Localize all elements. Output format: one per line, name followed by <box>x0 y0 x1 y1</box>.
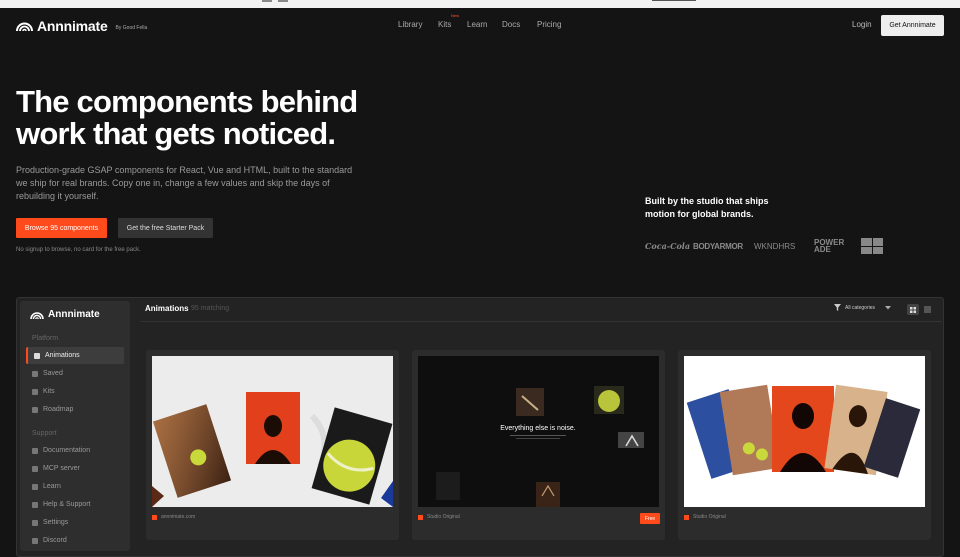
logo-byline: By Good Fella <box>115 24 148 31</box>
studio-text: Built by the studio that ships motion fo… <box>645 196 769 219</box>
browser-top-strip <box>0 0 960 8</box>
sidebar-item-label: Kits <box>43 388 55 395</box>
browse-components-button[interactable]: Browse 95 components <box>16 218 107 238</box>
brand-square-icon <box>418 514 423 520</box>
sidebar-item-label: Animations <box>45 352 80 359</box>
brand-square-logo-icon <box>861 238 883 254</box>
sidebar-item-label: Learn <box>43 483 61 490</box>
brand-square-icon <box>152 514 157 520</box>
card-thumbnail[interactable]: Everything else is noise. <box>418 356 659 507</box>
brand-wkndhrs: WKNDHRS <box>754 241 796 251</box>
nav-library[interactable]: Library <box>398 20 438 29</box>
category-filter[interactable]: All categories <box>834 304 892 311</box>
animation-card[interactable]: Everything else is noise. Studio Origina… <box>412 350 665 540</box>
nav-docs[interactable]: Docs <box>502 20 537 29</box>
list-view-button[interactable] <box>924 306 931 313</box>
sidebar-item-label: Help & Support <box>43 501 91 508</box>
filter-icon <box>834 304 841 311</box>
strip-mark <box>262 0 272 2</box>
card-meta: annnimate.com <box>152 514 195 520</box>
animation-card[interactable]: annnimate.com <box>146 350 399 540</box>
result-count: 95 matching <box>191 305 230 312</box>
new-badge: New <box>451 13 460 18</box>
sidebar-item-roadmap[interactable]: Roadmap <box>26 401 124 418</box>
login-link[interactable]: Login <box>852 20 872 29</box>
sidebar-item-discord[interactable]: Discord <box>26 532 124 549</box>
rainbow-logo-icon <box>30 311 44 319</box>
sidebar-item-settings[interactable]: Settings <box>26 514 124 531</box>
hero-note: No signup to browse, no card for the fre… <box>16 247 141 253</box>
sidebar-item-documentation[interactable]: Documentation <box>26 442 124 459</box>
card-label: Studio Original <box>427 514 460 520</box>
section-platform: Platform <box>32 335 59 342</box>
nav-kits[interactable]: Kits New <box>438 13 463 29</box>
sidebar-item-animations[interactable]: Animations <box>26 347 124 364</box>
play-icon <box>32 483 38 490</box>
card-thumbnail[interactable] <box>152 356 393 507</box>
card-meta: Studio Original <box>684 514 726 520</box>
rainbow-logo-icon <box>16 22 33 31</box>
card-meta: Studio Original <box>418 514 460 520</box>
brand-coca-cola: Coca-Cola <box>645 241 691 251</box>
sidebar-item-saved[interactable]: Saved <box>26 365 124 382</box>
app-logo[interactable]: Annnimate <box>30 309 100 320</box>
sidebar-item-label: MCP server <box>43 465 80 472</box>
noise-preview: Everything else is noise. <box>418 356 659 507</box>
chevron-down-icon <box>885 305 892 309</box>
sidebar-item-learn[interactable]: Learn <box>26 478 124 495</box>
nav-links: Library Kits New Learn Docs Pricing <box>398 13 561 29</box>
brand-powerade: POWER ADE <box>814 238 845 254</box>
brand-logos: Coca-Cola BODYARMOR WKNDHRS POWER ADE <box>645 238 883 254</box>
app-sidebar: Annnimate Platform Animations Saved Kits… <box>20 301 130 551</box>
sidebar-item-label: Saved <box>43 370 63 377</box>
card-label: Studio Original <box>693 514 726 520</box>
bookmark-icon <box>32 370 38 377</box>
sidebar-item-label: Discord <box>43 537 67 544</box>
brand-square-icon <box>684 514 689 520</box>
header-divider <box>140 321 942 322</box>
hero-description: Production-grade GSAP components for Rea… <box>16 165 353 201</box>
card-label: annnimate.com <box>161 514 196 520</box>
book-icon <box>32 447 38 454</box>
get-annnimate-button[interactable]: Get Annnimate <box>881 15 944 36</box>
sidebar-item-label: Settings <box>43 519 69 526</box>
plug-icon <box>32 465 38 472</box>
card-fan-preview <box>684 356 925 507</box>
animation-card[interactable]: Studio Original <box>678 350 931 540</box>
sidebar-item-kits[interactable]: Kits <box>26 383 124 400</box>
strip-mark <box>278 0 288 2</box>
map-pin-icon <box>32 406 38 413</box>
card-thumbnail[interactable] <box>684 356 925 507</box>
brand-bodyarmor: BODYARMOR <box>693 241 743 251</box>
grid-view-button[interactable] <box>907 304 919 315</box>
grid-icon <box>34 352 40 359</box>
top-nav: Annnimate By Good Fella Library Kits New … <box>0 8 960 44</box>
gear-icon <box>32 519 38 526</box>
free-badge: Free <box>640 513 660 524</box>
box-icon <box>32 388 38 395</box>
nav-pricing[interactable]: Pricing <box>537 20 561 29</box>
starter-pack-button[interactable]: Get the free Starter Pack <box>118 218 213 238</box>
preview-headline: Everything else is noise. <box>500 425 576 432</box>
nav-learn[interactable]: Learn <box>463 20 502 29</box>
main-title: Animations <box>145 304 189 313</box>
tennis-cards-preview <box>152 356 393 507</box>
filter-label: All categories <box>845 304 876 311</box>
help-icon <box>32 501 38 508</box>
sidebar-item-mcp-server[interactable]: MCP server <box>26 460 124 477</box>
app-logo-text: Annnimate <box>48 309 100 320</box>
sidebar-item-label: Documentation <box>43 447 91 454</box>
strip-mark <box>652 0 696 1</box>
nav-kits-label: Kits <box>438 20 452 29</box>
sidebar-item-help[interactable]: Help & Support <box>26 496 124 513</box>
site-logo[interactable]: Annnimate By Good Fella <box>16 18 147 34</box>
logo-text: Annnimate <box>37 18 108 34</box>
grid-icon <box>910 306 916 313</box>
hero-title: The components behind work that gets not… <box>16 84 358 151</box>
discord-icon <box>32 537 38 544</box>
section-support: Support <box>32 430 57 437</box>
sidebar-item-label: Roadmap <box>43 406 74 413</box>
